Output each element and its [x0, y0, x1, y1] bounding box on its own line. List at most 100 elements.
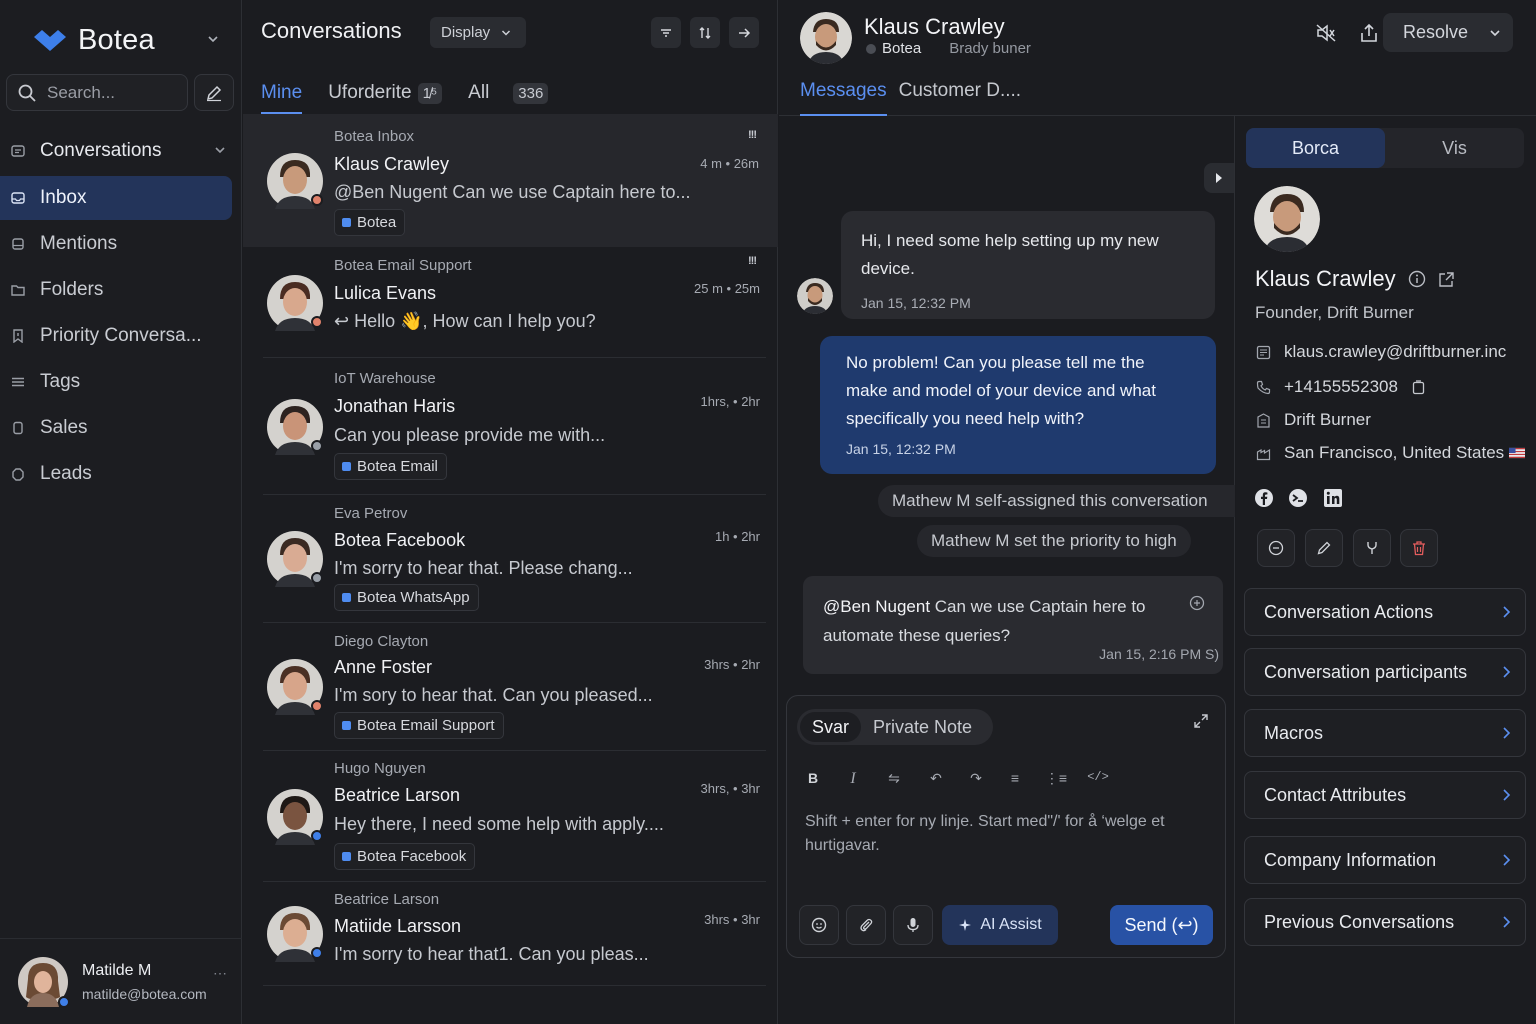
status-badge [311, 194, 323, 206]
conversation-row[interactable]: Diego Clayton Anne Foster I'm sory to he… [263, 623, 766, 751]
row-inbox: Hugo Nguyen [334, 760, 426, 777]
delete-contact-button[interactable] [1400, 529, 1438, 567]
tab-all[interactable]: All 336 [468, 74, 549, 112]
tab-reply[interactable]: Svar [800, 712, 862, 742]
resolve-button[interactable]: Resolve [1383, 13, 1513, 52]
conversation-row[interactable]: Botea Email Support Lulica Evans ↩ Hello… [263, 247, 766, 358]
tab-label: All [468, 82, 490, 103]
code-icon[interactable]: </> [1086, 770, 1110, 784]
facebook-icon[interactable] [1254, 488, 1274, 508]
panel-section-macros[interactable]: Macros [1244, 709, 1526, 757]
sidebar-item-conversations[interactable]: Conversations [0, 128, 232, 174]
sidebar-item-priority[interactable]: Priority Conversa... [0, 314, 232, 358]
search-input[interactable] [47, 82, 177, 103]
conversation-row[interactable]: Beatrice Larson Matiide Larsson I'm sorr… [263, 882, 766, 986]
note-text: @Ben Nugent Can we use Captain here to a… [823, 592, 1183, 650]
tab-contact[interactable]: Borca [1246, 128, 1385, 168]
sidebar-item-leads[interactable]: Leads [0, 452, 232, 496]
next-button[interactable] [729, 17, 759, 48]
conversation-row[interactable]: IoT Warehouse Jonathan Haris Can you ple… [263, 358, 766, 495]
send-button[interactable]: Send (↩) [1110, 905, 1213, 945]
contact-email: klaus.crawley@driftburner.inc [1284, 342, 1507, 361]
attach-button[interactable] [846, 905, 886, 945]
note-time: Jan 15, 2:16 PM S) [1099, 646, 1219, 662]
filter-button[interactable] [651, 17, 681, 48]
undo-icon[interactable]: ↶ [924, 770, 948, 787]
panel-section-company-information[interactable]: Company Information [1244, 836, 1526, 884]
contact-location-row: San Francisco, United States [1255, 443, 1526, 463]
row-time: 1h • 2hr [714, 529, 760, 544]
display-label: Display [441, 24, 491, 41]
sidebar-item-mentions[interactable]: Mentions [0, 222, 232, 266]
copy-icon[interactable] [1411, 379, 1427, 395]
contact-phone-row[interactable]: +14155552308 [1255, 377, 1427, 397]
compose-button[interactable] [194, 74, 234, 111]
label-dot [342, 593, 351, 602]
lock-icon [1189, 595, 1205, 611]
bullet-list-icon[interactable]: ≡ [1003, 770, 1027, 786]
new-message-button[interactable] [1257, 529, 1295, 567]
redo-icon[interactable]: ↷ [964, 770, 988, 787]
folder-icon [10, 283, 26, 297]
label-text: Botea Email [357, 458, 438, 475]
panel-section-conversation-participants[interactable]: Conversation participants [1244, 648, 1526, 696]
contact-email-row[interactable]: klaus.crawley@driftburner.inc [1255, 342, 1506, 362]
conversation-row[interactable]: Botea Inbox Klaus Crawley @Ben Nugent Ca… [243, 114, 778, 247]
search-icon [17, 83, 37, 103]
sidebar-item-label: Mentions [40, 233, 118, 254]
row-inbox: Beatrice Larson [334, 891, 440, 908]
contact-subtitle: Botea Brady buner [866, 40, 1031, 57]
sidebar-item-tags[interactable]: Tags [0, 360, 232, 404]
numbered-list-icon[interactable]: ⋮≡ [1044, 770, 1068, 787]
reply-input[interactable]: Shift + enter for ny linje. Start med"/'… [805, 810, 1217, 858]
row-time: 25 m • 25m [694, 281, 760, 296]
emoji-button[interactable] [799, 905, 839, 945]
contact-panel: Borca Vis Klaus Crawley Founder, Drift B… [1236, 116, 1536, 1024]
info-icon[interactable] [1408, 270, 1426, 288]
tab-mine[interactable]: Mine [261, 74, 303, 114]
tab-unassigned[interactable]: Uforderite 1̸⁵ [328, 74, 443, 112]
brand[interactable]: Botea [32, 22, 155, 58]
row-contact-name: Lulica Evans [334, 283, 437, 303]
merge-contact-button[interactable] [1353, 529, 1391, 567]
expand-icon[interactable] [1193, 713, 1209, 729]
share-icon[interactable] [1360, 23, 1378, 43]
search-box[interactable] [6, 74, 188, 111]
link-icon[interactable]: ⇋ [882, 770, 906, 787]
tab-view[interactable]: Vis [1385, 128, 1524, 168]
external-link-icon[interactable] [1438, 271, 1455, 288]
conversation-row[interactable]: Hugo Nguyen Beatrice Larson Hey there, I… [263, 751, 766, 882]
edit-contact-button[interactable] [1305, 529, 1343, 567]
bold-icon[interactable]: B [801, 770, 825, 786]
sidebar-item-sales[interactable]: Sales [0, 406, 232, 450]
panel-section-conversation-actions[interactable]: Conversation Actions [1244, 588, 1526, 636]
conversation-row[interactable]: Eva Petrov Botea Facebook I'm sorry to h… [263, 495, 766, 623]
mute-icon[interactable] [1316, 24, 1336, 42]
chevron-down-icon[interactable] [1488, 26, 1502, 40]
panel-section-contact-attributes[interactable]: Contact Attributes [1244, 771, 1526, 819]
display-dropdown[interactable]: Display [430, 17, 526, 48]
tab-private-note[interactable]: Private Note [861, 712, 984, 742]
github-icon[interactable] [1288, 488, 1308, 508]
italic-icon[interactable]: I [841, 770, 865, 788]
caret-right-icon [1214, 172, 1224, 184]
tab-customer-details[interactable]: Customer D.... [899, 80, 1021, 114]
tab-messages[interactable]: Messages [800, 80, 887, 116]
row-inbox: Botea Inbox [334, 128, 415, 145]
linkedin-icon[interactable] [1323, 488, 1343, 508]
sidebar-item-folders[interactable]: Folders [0, 268, 232, 312]
sidebar-item-inbox[interactable]: Inbox [0, 176, 232, 220]
more-icon[interactable]: ⋯ [213, 965, 228, 982]
label-text: Botea WhatsApp [357, 589, 470, 606]
voice-button[interactable] [893, 905, 933, 945]
reply-mode-toggle: Svar Private Note [797, 709, 993, 745]
sort-button[interactable] [690, 17, 720, 48]
current-user[interactable]: Matilde M matilde@botea.com ⋯ [0, 938, 242, 1024]
chevron-down-icon[interactable] [212, 143, 228, 157]
ai-assist-button[interactable]: AI Assist [942, 905, 1058, 945]
panel-section-previous-conversations[interactable]: Previous Conversations [1244, 898, 1526, 946]
label-dot [342, 721, 351, 730]
collapse-panel-button[interactable] [1204, 163, 1234, 193]
row-preview: ↩ Hello 👋, How can I help you? [334, 311, 596, 331]
chevron-down-icon[interactable] [206, 32, 220, 46]
